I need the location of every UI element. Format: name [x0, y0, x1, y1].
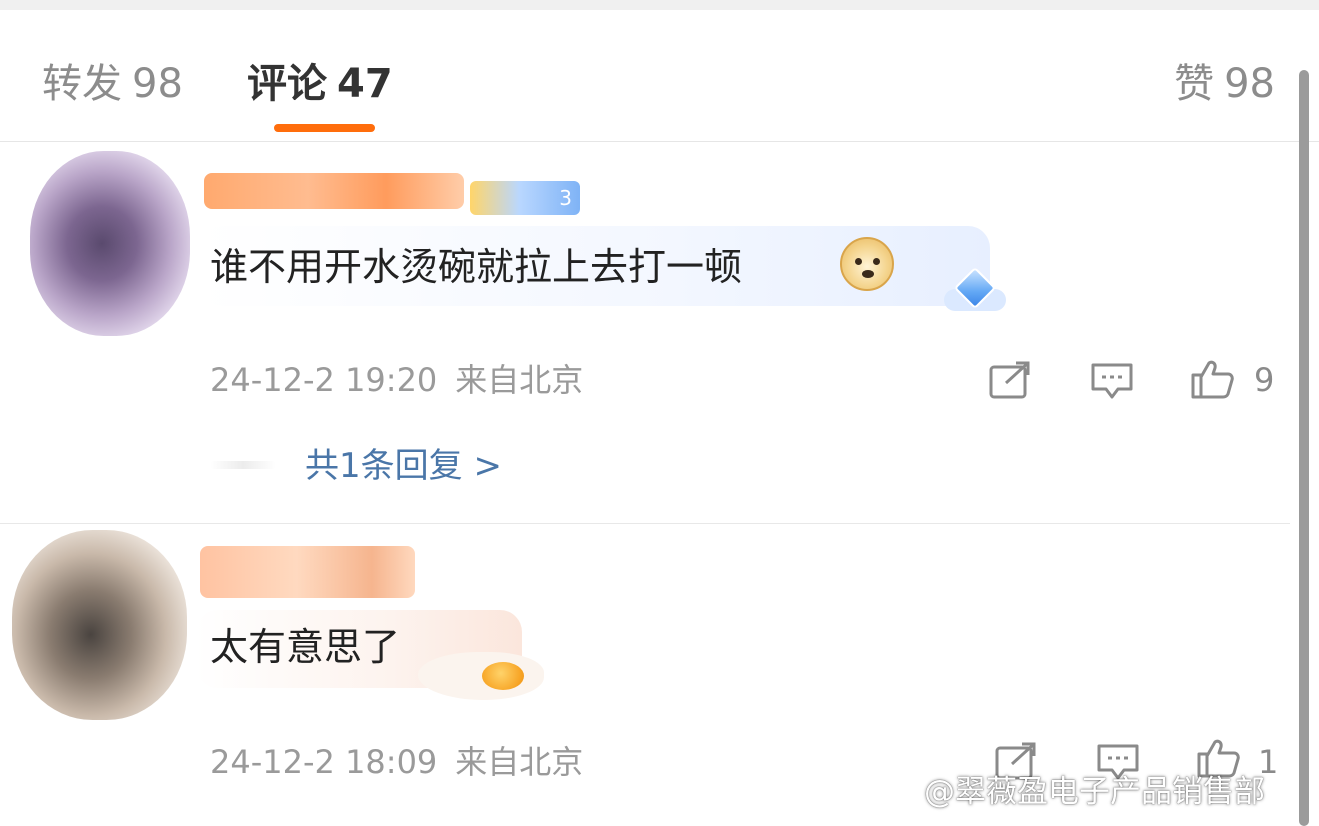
weibo-logo-icon: [873, 776, 916, 808]
avatar[interactable]: [30, 151, 190, 336]
comment-tabs: 转发 98 评论 47 赞 98: [0, 10, 1319, 142]
view-replies-link[interactable]: 共1条回复 >: [305, 445, 502, 487]
watermark-text: @翠薇盈电子产品销售部: [924, 774, 1265, 810]
tab-comment-count: 47: [337, 61, 393, 107]
diamond-cloud-icon: [944, 266, 1006, 317]
egg-yolk: [482, 662, 524, 690]
thumbs-up-icon[interactable]: [1190, 359, 1234, 399]
tab-like-label: 赞: [1174, 61, 1215, 107]
comment-text: 太有意思了: [210, 625, 401, 669]
tab-repost[interactable]: 转发 98: [42, 60, 183, 108]
tab-like[interactable]: 赞 98: [1174, 60, 1275, 108]
comment-reply-icon[interactable]: [1090, 361, 1134, 401]
tab-repost-count: 98: [132, 61, 183, 107]
active-tab-indicator: [274, 124, 375, 132]
comment-time: 24-12-2 19:20: [210, 361, 438, 399]
fried-egg-icon: [418, 652, 544, 700]
user-level-badge: 3: [470, 181, 580, 215]
comment-meta: 24-12-2 19:20 来自北京: [210, 360, 583, 400]
tab-comment[interactable]: 评论 47: [247, 60, 393, 108]
username-redacted[interactable]: [200, 546, 415, 598]
scrollbar[interactable]: [1299, 70, 1309, 826]
comment-location: 来自北京: [455, 743, 584, 781]
top-status-strip: [0, 0, 1319, 10]
comment-location: 来自北京: [455, 361, 584, 399]
tab-repost-label: 转发: [42, 61, 122, 107]
comment-item: 3 谁不用开水烫碗就拉上去打一顿 24-12-2 19:20 来自北京 9 共1条…: [0, 141, 1290, 524]
comment-text: 谁不用开水烫碗就拉上去打一顿: [210, 245, 743, 289]
reply-decoration: [210, 461, 276, 469]
weibo-watermark: @翠薇盈电子产品销售部: [872, 770, 1265, 814]
comment-meta: 24-12-2 18:09 来自北京: [210, 742, 583, 782]
doge-icon: [840, 237, 894, 291]
avatar[interactable]: [12, 530, 187, 720]
username-redacted[interactable]: [204, 173, 464, 209]
tab-comment-label: 评论: [247, 61, 327, 107]
comment-time: 24-12-2 18:09: [210, 743, 438, 781]
tab-like-count: 98: [1224, 61, 1275, 107]
like-count: 9: [1254, 361, 1275, 399]
share-icon[interactable]: [988, 361, 1032, 401]
badge-level-text: 3: [559, 186, 572, 210]
